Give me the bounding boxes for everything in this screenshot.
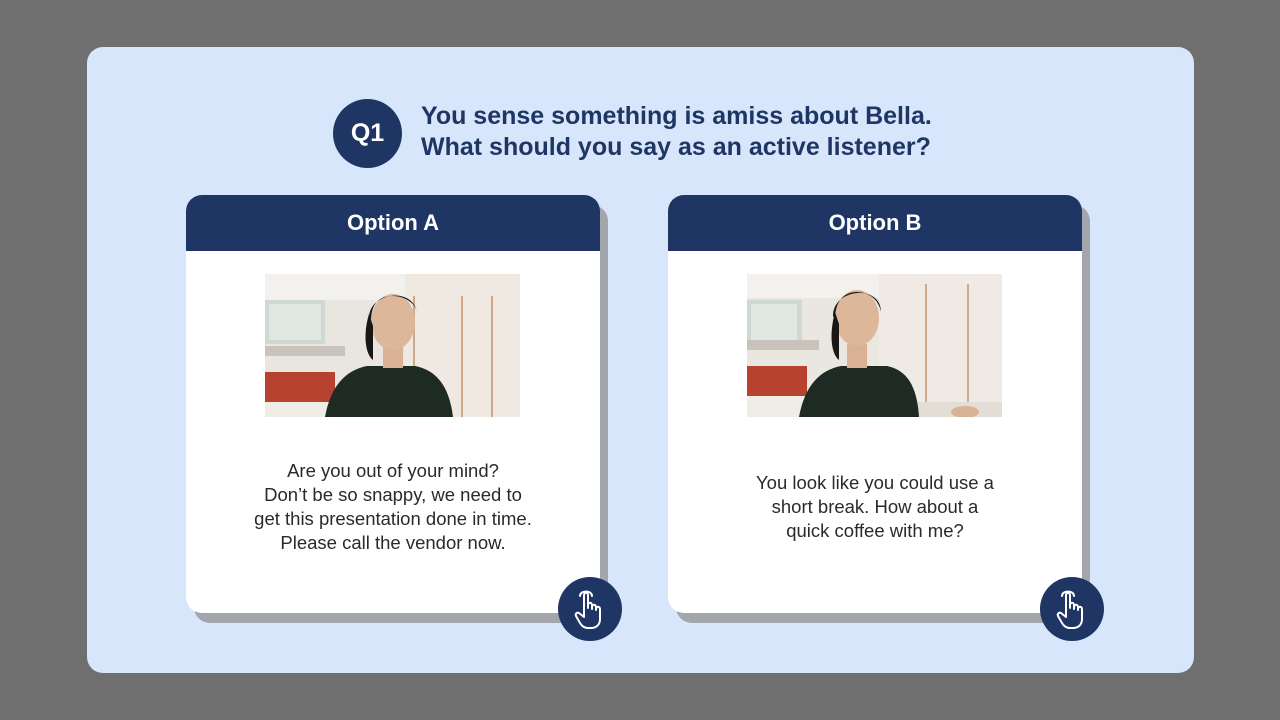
option-b-title: Option B — [828, 210, 922, 235]
option-b-line-3: quick coffee with me? — [786, 520, 964, 541]
option-a-header: Option A — [186, 195, 600, 251]
option-a-card[interactable]: Option A Are you out of your mind? Don’t… — [186, 195, 622, 641]
option-a-line-3: get this presentation done in time. — [254, 508, 532, 529]
question-line-2: What should you say as an active listene… — [421, 133, 931, 161]
option-a-card-body: Option A Are you out of your mind? Don’t… — [186, 195, 600, 613]
option-b-card-body: Option B You look like you could use a s… — [668, 195, 1082, 613]
option-b-line-2: short break. How about a — [771, 496, 979, 517]
option-a-line-2: Don’t be so snappy, we need to — [264, 484, 522, 505]
option-a-line-1: Are you out of your mind? — [287, 460, 499, 481]
option-b-photo — [747, 274, 1002, 417]
slide-panel: Q1 You sense something is amiss about Be… — [87, 47, 1194, 673]
option-b-line-1: You look like you could use a — [756, 472, 994, 493]
question-text: You sense something is amiss about Bella… — [421, 101, 932, 163]
option-b-card[interactable]: Option B You look like you could use a s… — [668, 195, 1104, 641]
question-number: Q1 — [350, 119, 385, 147]
hand-pointer-icon — [574, 590, 601, 629]
question-line-1: You sense something is amiss about Bella… — [421, 102, 932, 130]
option-a-text: Are you out of your mind? Don’t be so sn… — [206, 459, 580, 555]
option-a-select-button[interactable] — [558, 577, 622, 641]
option-a-line-4: Please call the vendor now. — [280, 532, 506, 553]
option-b-text: You look like you could use a short brea… — [688, 471, 1062, 543]
hand-pointer-icon — [1056, 590, 1083, 629]
option-a-title: Option A — [346, 210, 440, 235]
option-b-header: Option B — [668, 195, 1082, 251]
question-number-badge: Q1 — [333, 99, 402, 168]
option-b-select-button[interactable] — [1040, 577, 1104, 641]
option-a-photo — [265, 274, 520, 417]
